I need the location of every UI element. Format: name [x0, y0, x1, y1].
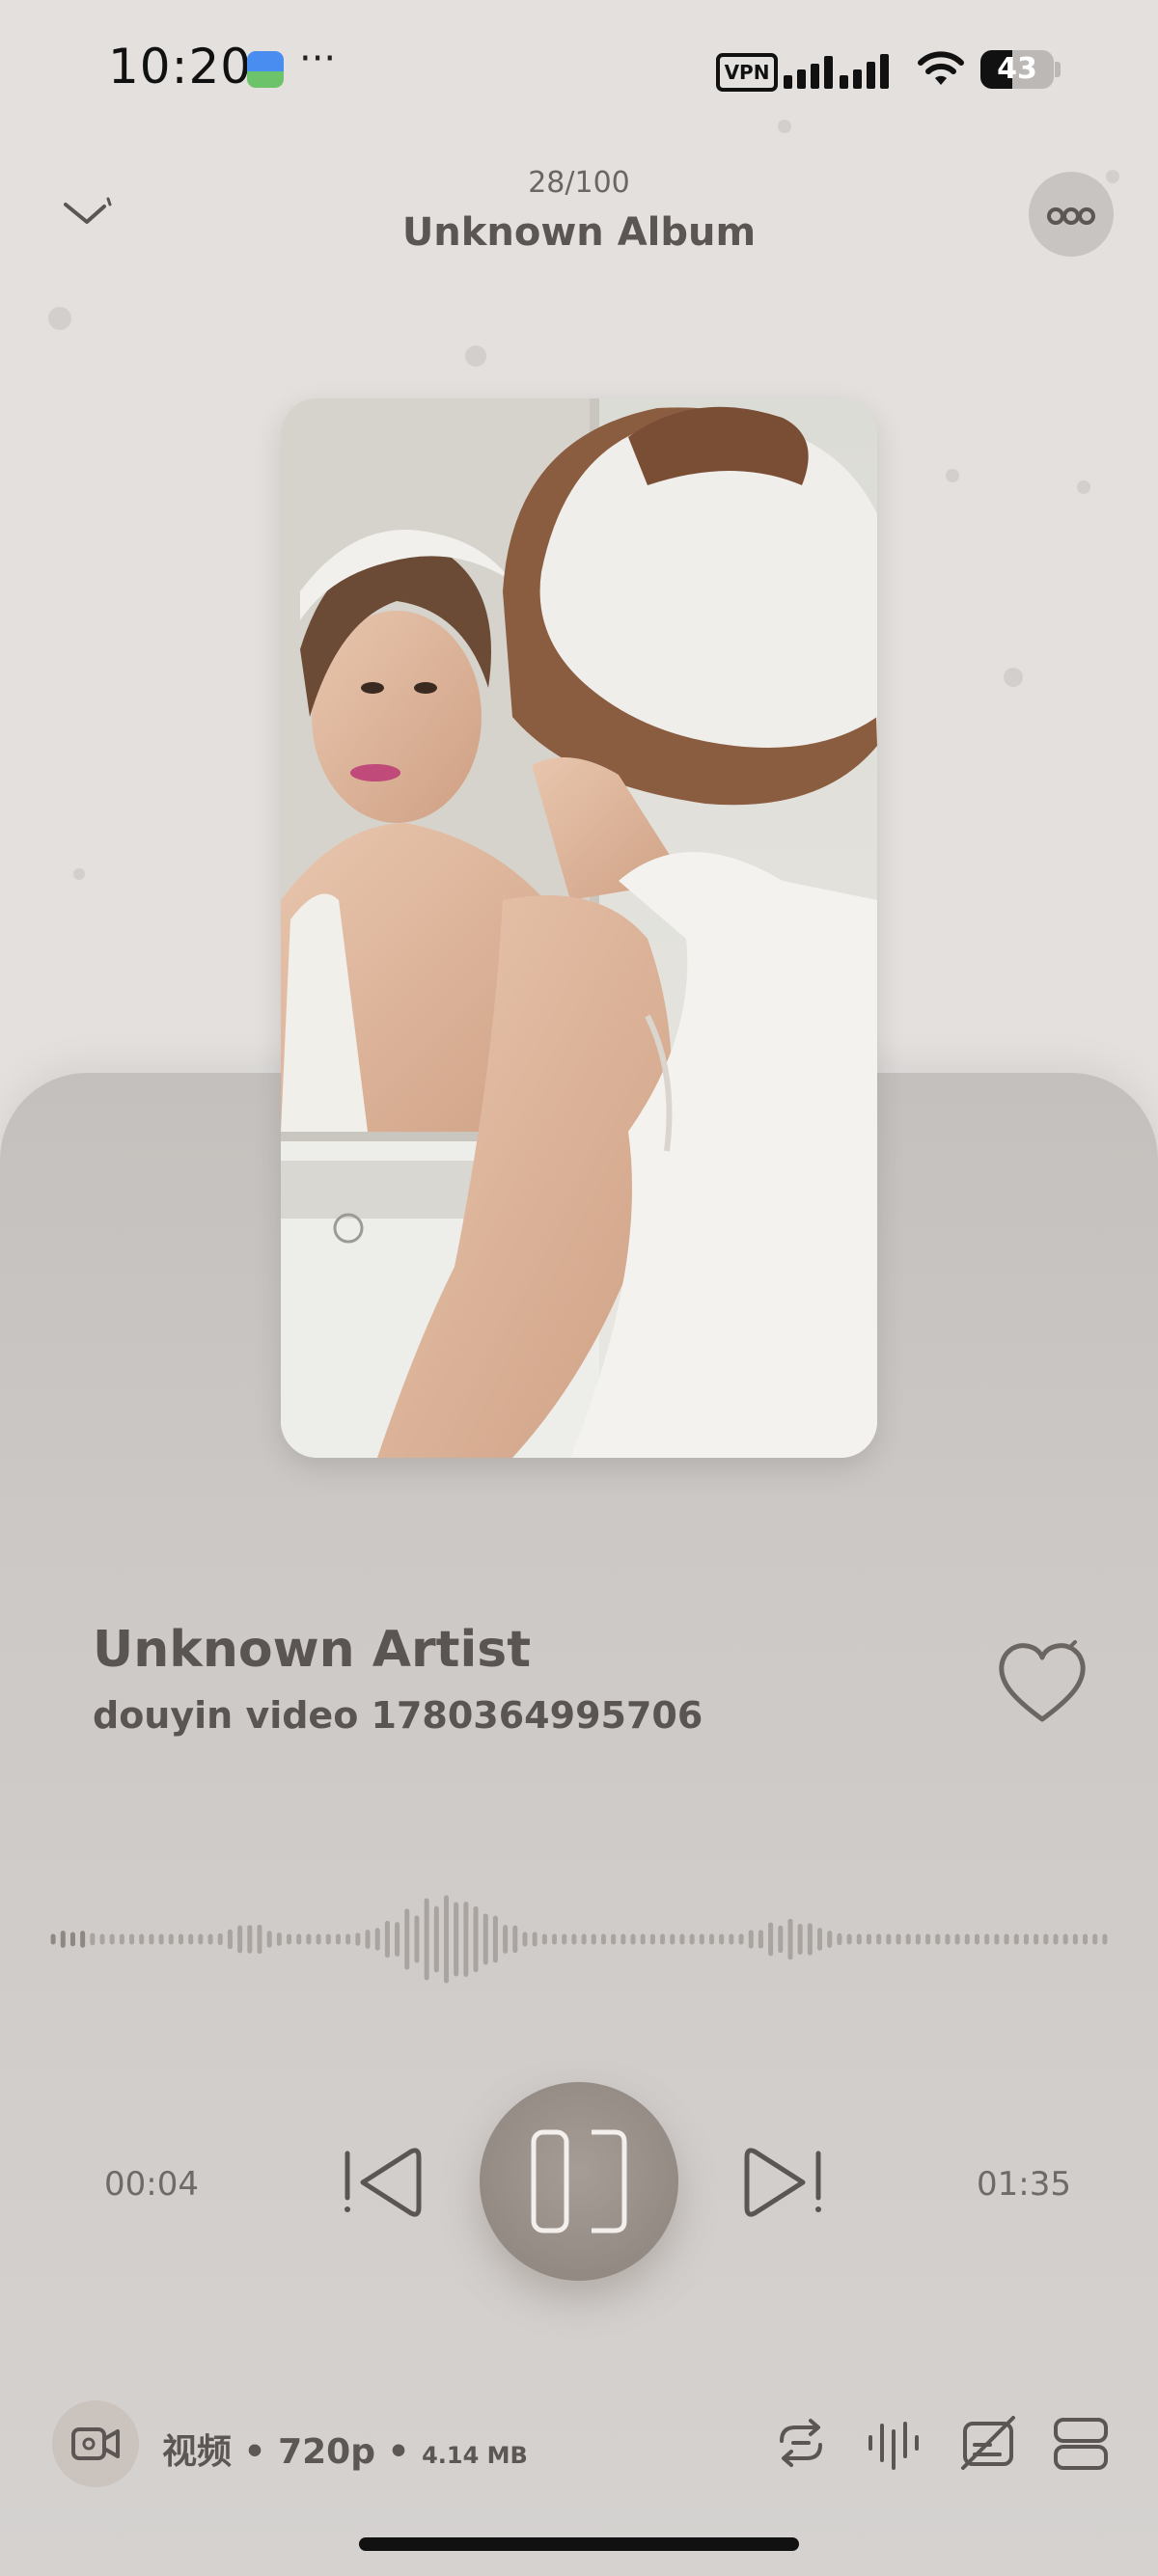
lyrics-off-icon[interactable] [957, 2412, 1019, 2474]
signal-icon [784, 54, 889, 89]
album-artwork [281, 398, 877, 1458]
album-title: Unknown Album [401, 210, 757, 255]
playlist-icon[interactable] [1050, 2412, 1112, 2474]
decor-bubble [1004, 668, 1023, 687]
vpn-badge: VPN [716, 53, 778, 92]
decor-bubble [465, 345, 486, 367]
equalizer-icon[interactable] [863, 2412, 924, 2474]
waveform-progress[interactable] [48, 1881, 1110, 1997]
track-position: 28/100 [528, 166, 630, 200]
file-size: 4.14 MB [422, 2442, 528, 2469]
pause-icon [531, 2129, 627, 2233]
decor-bubble [73, 868, 85, 880]
media-format-info: 视频 • 720p • 4.14 MB [162, 2424, 528, 2474]
decor-bubble [778, 120, 791, 133]
next-icon[interactable] [733, 2142, 826, 2223]
video-mode-button[interactable] [52, 2400, 139, 2487]
status-overflow: ··· [299, 37, 337, 81]
heart-icon[interactable] [994, 1640, 1090, 1727]
decor-bubble [48, 307, 71, 330]
decor-bubble [946, 469, 959, 482]
more-icon [1047, 207, 1095, 225]
app-notification-icon [247, 51, 284, 88]
status-time: 10:20 [108, 39, 253, 95]
total-time: 01:35 [977, 2165, 1071, 2204]
repeat-icon[interactable] [770, 2412, 832, 2474]
elapsed-time: 00:04 [104, 2165, 199, 2204]
battery-icon: 43 [980, 50, 1054, 89]
pause-button[interactable] [480, 2082, 678, 2281]
more-button[interactable] [1029, 172, 1114, 257]
previous-icon[interactable] [340, 2142, 432, 2223]
wifi-icon [918, 51, 964, 85]
battery-level: 43 [997, 52, 1037, 86]
track-title: douyin video 1780364995706 [93, 1694, 703, 1737]
format-text: 视频 • 720p • [162, 2432, 423, 2472]
artist-name: Unknown Artist [93, 1621, 532, 1679]
video-icon [71, 2427, 120, 2460]
home-indicator [359, 2537, 799, 2551]
decor-bubble [1077, 480, 1090, 494]
